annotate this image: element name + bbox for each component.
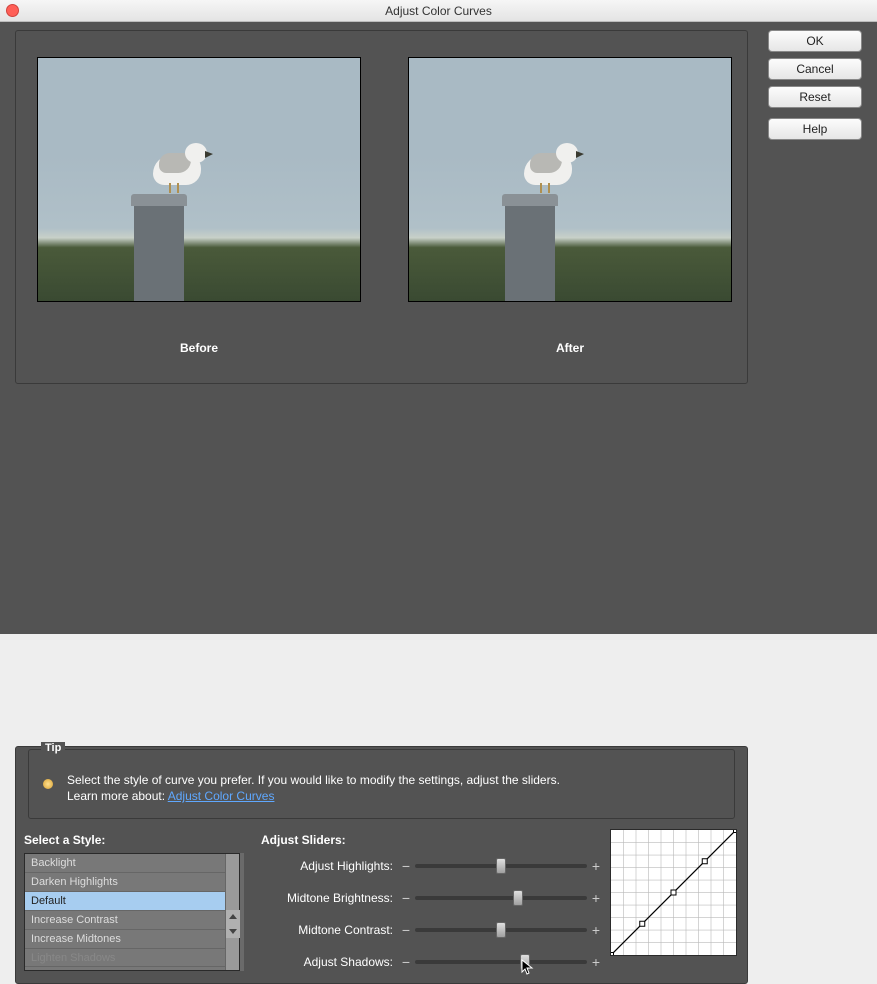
minus-icon: − [401,954,411,970]
plus-icon: + [591,858,601,874]
style-item-increase-midtones[interactable]: Increase Midtones [25,930,239,949]
list-scrollbar[interactable] [225,854,239,970]
style-item-increase-contrast[interactable]: Increase Contrast [25,911,239,930]
slider-track[interactable] [415,896,587,900]
minus-icon: − [401,858,411,874]
window-title: Adjust Color Curves [0,0,877,22]
minus-icon: − [401,890,411,906]
slider-midtone-contrast: Midtone Contrast: − + [261,919,601,941]
slider-track[interactable] [415,928,587,932]
tip-line1: Select the style of curve you prefer. If… [67,773,560,787]
controls-panel: Tip Select the style of curve you prefer… [15,746,748,984]
style-item-backlight[interactable]: Backlight [25,854,239,873]
dialog-window: Adjust Color Curves OK Cancel Reset Help [0,0,877,634]
reset-button[interactable]: Reset [768,86,862,108]
dialog-content: OK Cancel Reset Help Before After [0,22,877,634]
slider-label: Midtone Brightness: [261,891,401,905]
slider-thumb[interactable] [520,954,530,970]
scroll-up-icon[interactable] [226,910,240,924]
illustration [502,194,558,206]
button-column: OK Cancel Reset Help [768,30,862,146]
style-item-lighten-shadows[interactable]: Lighten Shadows [25,949,239,967]
slider-label: Adjust Shadows: [261,955,401,969]
help-button[interactable]: Help [768,118,862,140]
style-listbox[interactable]: Backlight Darken Highlights Default Incr… [24,853,240,971]
tip-text: Select the style of curve you prefer. If… [67,772,724,804]
plus-icon: + [591,922,601,938]
sliders-section-label: Adjust Sliders: [261,833,346,847]
slider-midtone-brightness: Midtone Brightness: − + [261,887,601,909]
illustration [514,135,584,195]
slider-track[interactable] [415,960,587,964]
lightbulb-icon [41,778,55,792]
ok-button[interactable]: OK [768,30,862,52]
slider-label: Midtone Contrast: [261,923,401,937]
style-item-default[interactable]: Default [25,892,239,911]
slider-thumb[interactable] [496,858,506,874]
cancel-button[interactable]: Cancel [768,58,862,80]
curve-graph[interactable] [610,829,737,956]
scroll-down-icon[interactable] [226,924,240,938]
preview-after-label: After [408,341,732,355]
preview-panel: Before After [15,30,748,384]
tip-link[interactable]: Adjust Color Curves [168,789,275,803]
tip-line2-prefix: Learn more about: [67,789,168,803]
list-grip[interactable] [240,853,244,971]
titlebar: Adjust Color Curves [0,0,877,22]
close-icon[interactable] [6,4,19,17]
style-item-darken-highlights[interactable]: Darken Highlights [25,873,239,892]
preview-after-image [408,57,732,302]
tip-box: Tip Select the style of curve you prefer… [28,749,735,819]
illustration [131,194,187,206]
slider-thumb[interactable] [496,922,506,938]
illustration [143,135,213,195]
illustration [134,206,184,301]
slider-track[interactable] [415,864,587,868]
slider-thumb[interactable] [513,890,523,906]
slider-shadows: Adjust Shadows: − + [261,951,601,973]
plus-icon: + [591,890,601,906]
slider-highlights: Adjust Highlights: − + [261,855,601,877]
minus-icon: − [401,922,411,938]
preview-before-label: Before [37,341,361,355]
illustration [505,206,555,301]
slider-label: Adjust Highlights: [261,859,401,873]
preview-before-image [37,57,361,302]
tip-legend: Tip [41,742,65,754]
style-section-label: Select a Style: [24,833,105,847]
plus-icon: + [591,954,601,970]
